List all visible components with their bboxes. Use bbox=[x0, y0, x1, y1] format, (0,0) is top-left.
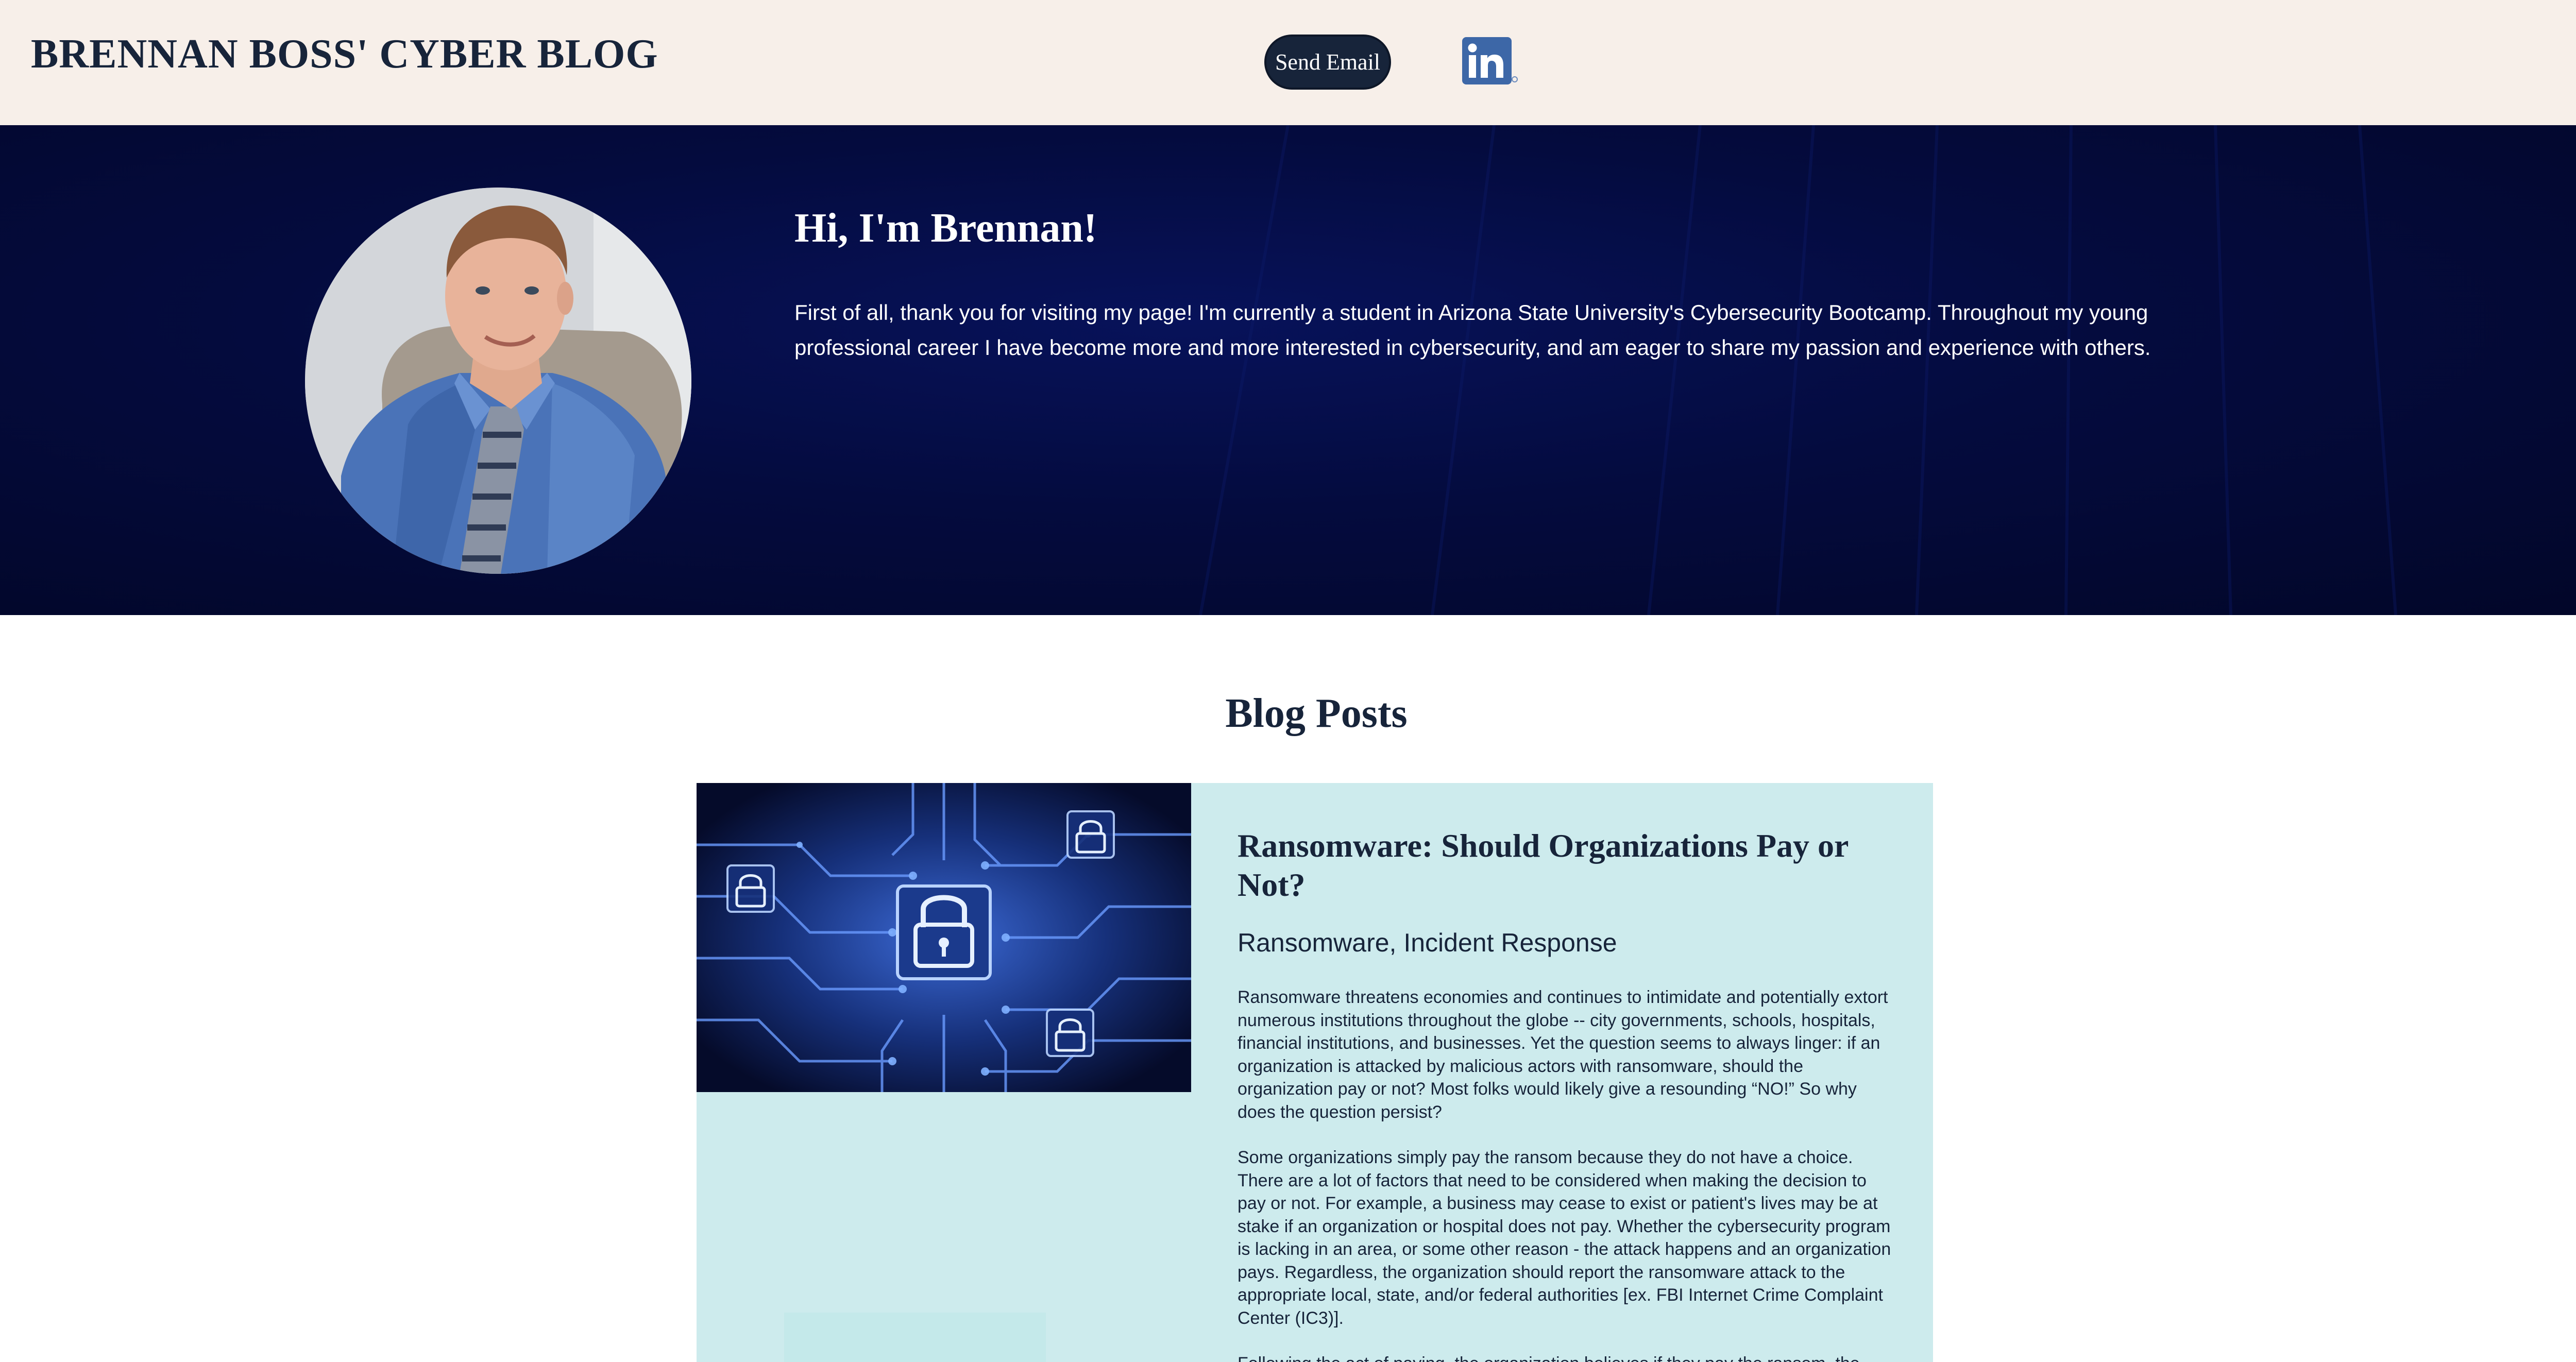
registered-mark-icon bbox=[1512, 76, 1518, 82]
post-title[interactable]: Ransomware: Should Organizations Pay or … bbox=[1238, 826, 1892, 905]
post-paragraph: Following the act of paying, the organiz… bbox=[1238, 1352, 1892, 1362]
send-email-button[interactable]: Send Email bbox=[1264, 35, 1391, 90]
post-content: Ransomware: Should Organizations Pay or … bbox=[1238, 826, 1892, 1362]
post-tags: Ransomware, Incident Response bbox=[1238, 928, 1617, 957]
post-paragraph: Some organizations simply pay the ransom… bbox=[1238, 1148, 1891, 1328]
hero-intro-text: First of all, thank you for visiting my … bbox=[794, 300, 2151, 360]
post-image[interactable] bbox=[697, 783, 1191, 1092]
site-header: BRENNAN BOSS' CYBER BLOG Send Email bbox=[0, 0, 2576, 125]
linkedin-icon[interactable] bbox=[1462, 37, 1512, 84]
post-paragraph: Ransomware threatens economies and conti… bbox=[1238, 988, 1888, 1122]
site-title[interactable]: BRENNAN BOSS' CYBER BLOG bbox=[31, 31, 658, 78]
image-placeholder bbox=[784, 1313, 1046, 1362]
hero-heading: Hi, I'm Brennan! bbox=[794, 206, 1097, 251]
blog-post-card[interactable]: Ransomware: Should Organizations Pay or … bbox=[697, 783, 1933, 1362]
blog-posts-heading: Blog Posts bbox=[1225, 691, 1408, 736]
padlock-icon bbox=[896, 884, 992, 980]
hero-banner: Hi, I'm Brennan! First of all, thank you… bbox=[0, 125, 2576, 615]
profile-photo bbox=[305, 188, 691, 574]
